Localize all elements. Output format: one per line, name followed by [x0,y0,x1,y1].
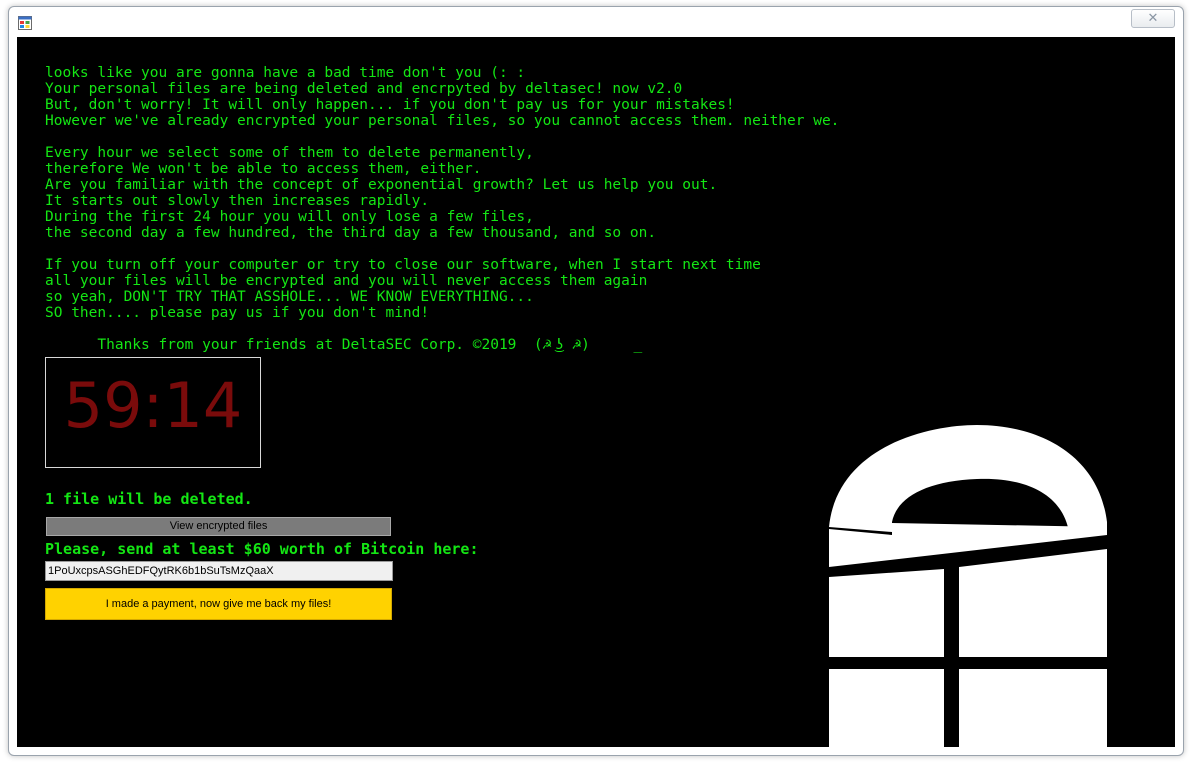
window-app-icon [18,15,32,30]
ransom-message: looks like you are gonna have a bad time… [45,65,840,353]
bitcoin-request-label: Please, send at least $60 worth of Bitco… [45,540,479,558]
ransom-screen: looks like you are gonna have a bad time… [17,37,1175,747]
bitcoin-address-field[interactable] [45,561,393,581]
payment-made-button[interactable]: I made a payment, now give me back my fi… [45,588,392,620]
ransom-window: ✕ looks like you are gonna have a bad ti… [8,6,1184,756]
files-deleted-label: 1 file will be deleted. [45,490,253,508]
windows-logo-icon [829,425,1107,747]
title-bar: ✕ [9,7,1183,37]
close-button[interactable]: ✕ [1131,9,1175,28]
close-icon: ✕ [1147,11,1159,26]
countdown-value: 59:14 [63,369,243,442]
countdown-timer: 59:14 [45,357,261,468]
view-encrypted-files-button[interactable]: View encrypted files [46,517,391,536]
